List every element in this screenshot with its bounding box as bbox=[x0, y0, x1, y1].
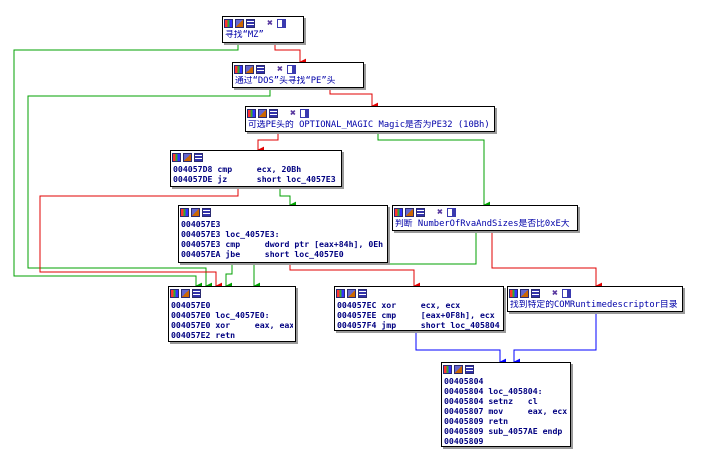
image-icon[interactable] bbox=[520, 289, 529, 298]
edge-cmp-e3 bbox=[279, 186, 297, 209]
graph-icon[interactable] bbox=[443, 365, 452, 374]
graph-icon[interactable] bbox=[180, 208, 189, 217]
node-4057ec[interactable]: 004057EC xor ecx, ecx 004057EE cmp [eax+… bbox=[334, 286, 504, 331]
list-icon[interactable] bbox=[192, 289, 201, 298]
edge-mz-pe bbox=[274, 42, 307, 66]
asm-line[interactable]: 004057E0 bbox=[171, 300, 293, 310]
edge-num-com bbox=[491, 230, 603, 290]
image-icon[interactable] bbox=[347, 289, 356, 298]
node-header: ✖ bbox=[508, 287, 682, 300]
node-loc-4057e0[interactable]: 004057E0 004057E0 loc_4057E0: 004057E0 x… bbox=[168, 286, 296, 342]
color-icon[interactable] bbox=[300, 109, 309, 118]
node-comment: 寻找“MZ” bbox=[225, 30, 264, 40]
asm-line[interactable]: 00405809 retn bbox=[444, 416, 568, 426]
asm-line[interactable]: 004057E3 bbox=[181, 219, 385, 229]
node-number-of-rva[interactable]: ✖ 判断 NumberOfRvaAndSizes是否比0xE大 bbox=[392, 205, 578, 231]
node-comment: 找到特定的COMRuntimedescriptor目录 bbox=[510, 300, 678, 310]
node-cmp-4057d8[interactable]: 004057D8 cmp ecx, 20Bh 004057DE jz short… bbox=[170, 150, 342, 187]
node-header bbox=[179, 206, 387, 219]
group-icon[interactable]: ✖ bbox=[435, 208, 445, 218]
asm-line[interactable]: 004057E3 loc_4057E3: bbox=[181, 229, 385, 239]
list-icon[interactable] bbox=[269, 109, 278, 118]
asm-line[interactable]: 004057DE jz short loc_4057E3 bbox=[173, 174, 339, 184]
edge-com-804 bbox=[513, 311, 597, 366]
asm-line[interactable]: 00405804 loc_405804: bbox=[444, 386, 568, 396]
node-header bbox=[335, 287, 503, 300]
asm-line[interactable]: 004057E0 xor eax, eax bbox=[171, 320, 293, 330]
asm-line[interactable]: 004057E2 retn bbox=[171, 330, 293, 340]
edge-pe-opt bbox=[329, 87, 379, 110]
edge-opt-cmp bbox=[257, 131, 279, 154]
node-find-mz[interactable]: ✖ 寻找“MZ” bbox=[222, 16, 304, 43]
graph-icon[interactable] bbox=[170, 289, 179, 298]
group-icon[interactable]: ✖ bbox=[288, 109, 298, 119]
asm-line[interactable]: 00405809 sub_4057AE endp bbox=[444, 426, 568, 436]
node-header bbox=[442, 363, 570, 376]
asm-line[interactable]: 004057D8 cmp ecx, 20Bh bbox=[173, 164, 339, 174]
color-icon[interactable] bbox=[287, 65, 296, 74]
edge-opt-num bbox=[377, 131, 491, 209]
graph-icon[interactable] bbox=[172, 153, 181, 162]
node-header bbox=[169, 287, 295, 300]
node-header: ✖ bbox=[233, 63, 363, 76]
node-optional-magic[interactable]: ✖ 可选PE头的 OPTIONAL_MAGIC Magic是否为PE32 (10… bbox=[245, 106, 495, 132]
edge-e3-e0 bbox=[225, 262, 233, 290]
asm-line[interactable]: 004057E0 loc_4057E0: bbox=[171, 310, 293, 320]
asm-line[interactable]: 00405809 bbox=[444, 436, 568, 446]
list-icon[interactable] bbox=[358, 289, 367, 298]
asm-line[interactable]: 00405804 setnz cl bbox=[444, 396, 568, 406]
node-loc-4057e3[interactable]: 004057E3 004057E3 loc_4057E3: 004057E3 c… bbox=[178, 205, 388, 263]
color-icon[interactable] bbox=[447, 208, 456, 217]
list-icon[interactable] bbox=[202, 208, 211, 217]
group-icon[interactable]: ✖ bbox=[275, 65, 285, 75]
list-icon[interactable] bbox=[194, 153, 203, 162]
graph-icon[interactable] bbox=[509, 289, 518, 298]
graph-icon[interactable] bbox=[394, 208, 403, 217]
asm-line[interactable]: 004057EC xor ecx, ecx bbox=[337, 300, 501, 310]
edge-ec-804 bbox=[415, 330, 507, 366]
node-comment: 判断 NumberOfRvaAndSizes是否比0xE大 bbox=[395, 219, 570, 229]
image-icon[interactable] bbox=[183, 153, 192, 162]
node-header: ✖ bbox=[246, 107, 494, 120]
list-icon[interactable] bbox=[416, 208, 425, 217]
image-icon[interactable] bbox=[191, 208, 200, 217]
node-header bbox=[171, 151, 341, 164]
node-com-descriptor[interactable]: ✖ 找到特定的COMRuntimedescriptor目录 bbox=[507, 286, 683, 312]
asm-line[interactable]: 00405807 mov eax, ecx bbox=[444, 406, 568, 416]
asm-line[interactable]: 004057F4 jmp short loc_405804 bbox=[337, 320, 501, 330]
graph-icon[interactable] bbox=[224, 19, 233, 28]
node-loc-405804[interactable]: 00405804 00405804 loc_405804: 00405804 s… bbox=[441, 362, 571, 447]
image-icon[interactable] bbox=[181, 289, 190, 298]
graph-icon[interactable] bbox=[234, 65, 243, 74]
image-icon[interactable] bbox=[235, 19, 244, 28]
group-icon[interactable]: ✖ bbox=[550, 289, 560, 299]
node-find-pe[interactable]: ✖ 通过“DOS”头寻找“PE”头 bbox=[232, 62, 364, 88]
list-icon[interactable] bbox=[465, 365, 474, 374]
node-comment: 通过“DOS”头寻找“PE”头 bbox=[235, 76, 336, 86]
graph-icon[interactable] bbox=[336, 289, 345, 298]
image-icon[interactable] bbox=[258, 109, 267, 118]
image-icon[interactable] bbox=[405, 208, 414, 217]
image-icon[interactable] bbox=[454, 365, 463, 374]
graph-icon[interactable] bbox=[247, 109, 256, 118]
node-header: ✖ bbox=[393, 206, 577, 219]
group-icon[interactable]: ✖ bbox=[265, 19, 275, 29]
asm-line[interactable]: 00405804 bbox=[444, 376, 568, 386]
node-header: ✖ bbox=[223, 17, 303, 30]
image-icon[interactable] bbox=[245, 65, 254, 74]
asm-line[interactable]: 004057EA jbe short loc_4057E0 bbox=[181, 249, 385, 259]
edge-e3-ec bbox=[289, 262, 421, 290]
asm-line[interactable]: 004057EE cmp [eax+0F8h], ecx bbox=[337, 310, 501, 320]
node-comment: 可选PE头的 OPTIONAL_MAGIC Magic是否为PE32 (10Bh… bbox=[248, 120, 490, 130]
color-icon[interactable] bbox=[277, 19, 286, 28]
color-icon[interactable] bbox=[562, 289, 571, 298]
list-icon[interactable] bbox=[246, 19, 255, 28]
list-icon[interactable] bbox=[531, 289, 540, 298]
asm-line[interactable]: 004057E3 cmp dword ptr [eax+84h], 0Eh bbox=[181, 239, 385, 249]
list-icon[interactable] bbox=[256, 65, 265, 74]
